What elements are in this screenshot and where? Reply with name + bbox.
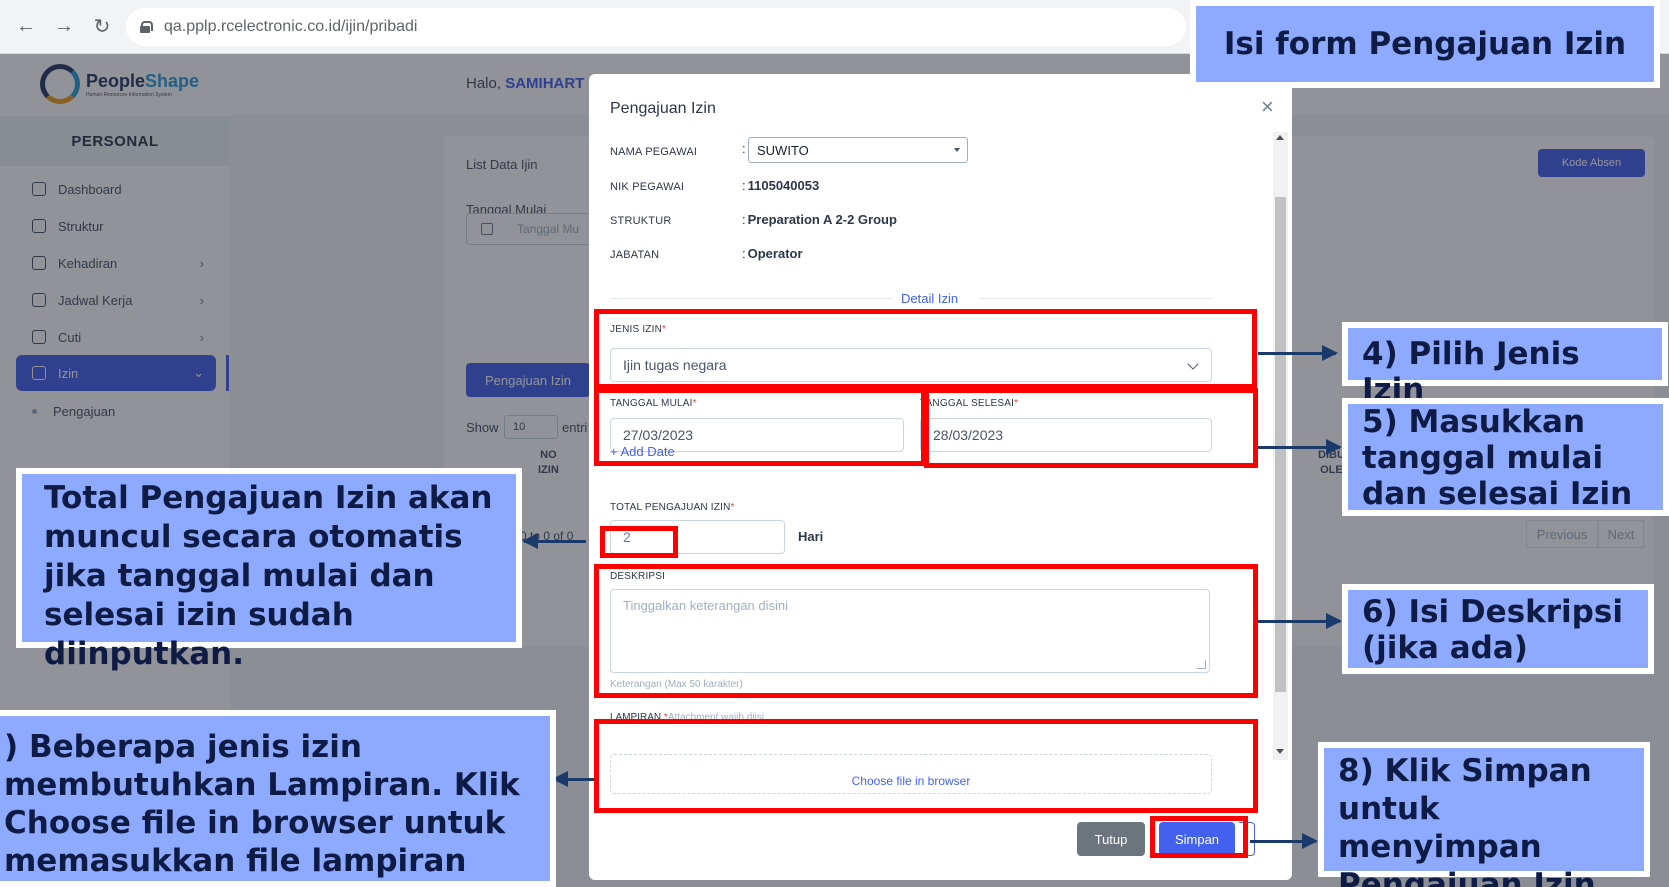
highlight-tanggal-selesai: [924, 388, 1258, 468]
forward-icon[interactable]: →: [50, 12, 78, 40]
jabatan-value: Operator: [742, 246, 803, 261]
lock-icon: [140, 21, 153, 33]
required-mark: *: [730, 502, 735, 513]
callout-title: Isi form Pengajuan Izin: [1190, 0, 1660, 88]
scroll-thumb[interactable]: [1275, 197, 1286, 692]
arrow-step-8: [1250, 833, 1318, 849]
arrow-step-5: [1258, 439, 1342, 455]
jabatan-label: JABATAN: [610, 249, 660, 261]
arrow-step-6: [1258, 613, 1342, 629]
callout-total-note: Total Pengajuan Izin akan muncul secara …: [16, 468, 522, 672]
callout-step-7: ) Beberapa jenis izin membutuhkan Lampir…: [0, 710, 556, 887]
colon: :: [742, 141, 746, 156]
highlight-total: [600, 526, 678, 558]
callout-step-4-text: 4) Pilih Jenis Izin: [1348, 328, 1662, 408]
total-pengajuan-label: TOTAL PENGAJUAN IZIN*: [610, 502, 735, 513]
highlight-simpan: [1150, 816, 1248, 858]
nik-pegawai-value: 1105040053: [742, 178, 820, 193]
callout-step-6: 6) Isi Deskripsi (jika ada): [1342, 584, 1654, 674]
callout-step-7-text: ) Beberapa jenis izin membutuhkan Lampir…: [0, 716, 550, 881]
callout-step-5-text: 5) Masukkan tanggal mulai dan selesai Iz…: [1348, 404, 1663, 512]
back-icon[interactable]: ←: [12, 12, 40, 40]
struktur-value: Preparation A 2-2 Group: [742, 212, 897, 227]
callout-step-5: 5) Masukkan tanggal mulai dan selesai Iz…: [1342, 398, 1669, 516]
struktur-label: STRUKTUR: [610, 215, 672, 227]
highlight-lampiran: [594, 719, 1258, 813]
label-text: TOTAL PENGAJUAN IZIN: [610, 502, 731, 513]
scroll-up-icon[interactable]: [1276, 135, 1284, 140]
address-bar[interactable]: qa.pplp.rcelectronic.co.id/ijin/pribadi: [126, 8, 1186, 46]
close-icon[interactable]: ×: [1261, 94, 1274, 120]
callout-step-8: 8) Klik Simpan untuk menyimpan Pengajuan…: [1318, 742, 1650, 887]
scroll-down-icon[interactable]: [1276, 749, 1284, 754]
callout-step-8-text: 8) Klik Simpan untuk menyimpan Pengajuan…: [1324, 748, 1644, 887]
callout-title-text: Isi form Pengajuan Izin: [1196, 6, 1654, 82]
reload-icon[interactable]: ↻: [88, 12, 116, 40]
modal-title: Pengajuan Izin: [610, 100, 716, 117]
nik-pegawai-label: NIK PEGAWAI: [610, 181, 685, 193]
nama-pegawai-label: NAMA PEGAWAI: [610, 146, 698, 158]
callout-step-6-text: 6) Isi Deskripsi (jika ada): [1348, 590, 1648, 668]
callout-step-4: 4) Pilih Jenis Izin: [1342, 322, 1668, 408]
unit-hari: Hari: [798, 529, 824, 544]
nama-pegawai-select[interactable]: SUWITO: [748, 137, 968, 163]
highlight-jenis-izin: [594, 309, 1257, 389]
arrow-total-note: [522, 533, 586, 549]
highlight-deskripsi: [594, 564, 1258, 698]
divider: [979, 298, 1211, 299]
divider: [610, 298, 892, 299]
arrow-step-7: [552, 771, 594, 787]
highlight-tanggal-mulai: [594, 388, 926, 466]
arrow-step-4: [1258, 345, 1338, 361]
callout-total-note-text: Total Pengajuan Izin akan muncul secara …: [22, 474, 516, 672]
tutup-button[interactable]: Tutup: [1077, 822, 1145, 856]
section-detail-izin: Detail Izin: [901, 291, 959, 306]
url-text: qa.pplp.rcelectronic.co.id/ijin/pribadi: [164, 18, 418, 35]
